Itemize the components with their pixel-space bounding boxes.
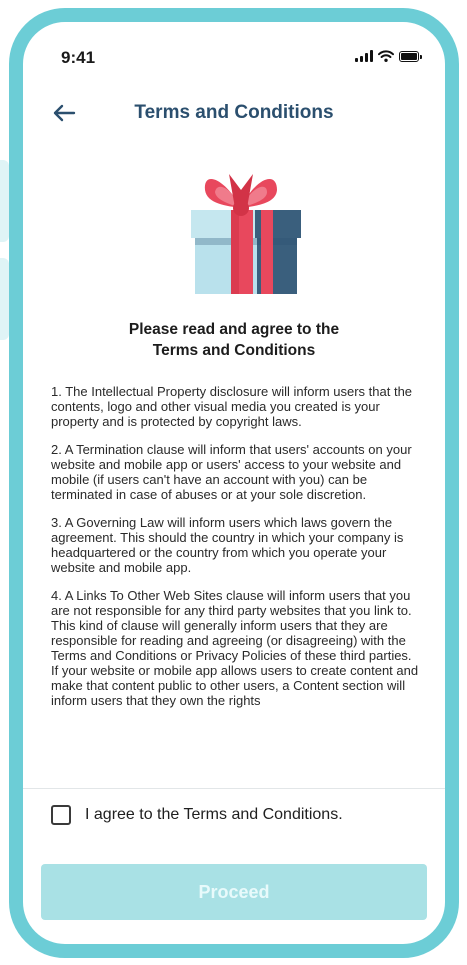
proceed-button[interactable]: Proceed: [41, 864, 427, 920]
heading-line-1: Please read and agree to the: [128, 321, 340, 338]
status-time: 9:41: [61, 48, 96, 67]
terms-scroll-area[interactable]: 1. The Intellectual Property disclosure …: [51, 384, 423, 787]
heading-line-2: Terms and Conditions: [152, 342, 316, 359]
terms-paragraph: 3. A Governing Law will inform users whi…: [51, 515, 404, 575]
side-button-upper: [0, 160, 9, 242]
wifi-icon: [378, 50, 394, 62]
terms-paragraph: 1. The Intellectual Property disclosure …: [51, 384, 413, 429]
terms-paragraph: 2. A Termination clause will inform that…: [51, 442, 412, 502]
agree-checkbox[interactable]: [51, 805, 71, 825]
side-button-lower: [0, 258, 9, 340]
status-icons: [355, 50, 422, 62]
battery-icon: [399, 50, 422, 62]
divider: [23, 788, 445, 789]
page-title: Terms and Conditions: [134, 102, 334, 123]
phone-frame: 9:41 Terms and Conditions Please read an…: [9, 8, 459, 958]
signal-icon: [355, 50, 373, 62]
status-bar: 9:41: [61, 48, 422, 70]
agree-row[interactable]: I agree to the Terms and Conditions.: [51, 805, 343, 825]
instruction-heading: Please read and agree to the Terms and C…: [43, 319, 425, 361]
agree-label: I agree to the Terms and Conditions.: [85, 806, 343, 823]
gift-box-icon: [175, 160, 309, 301]
screen: 9:41 Terms and Conditions Please read an…: [23, 22, 445, 944]
terms-paragraph: 4. A Links To Other Web Sites clause wil…: [51, 588, 412, 663]
terms-paragraph: If your website or mobile app allows use…: [51, 663, 419, 708]
header: Terms and Conditions: [23, 98, 445, 128]
